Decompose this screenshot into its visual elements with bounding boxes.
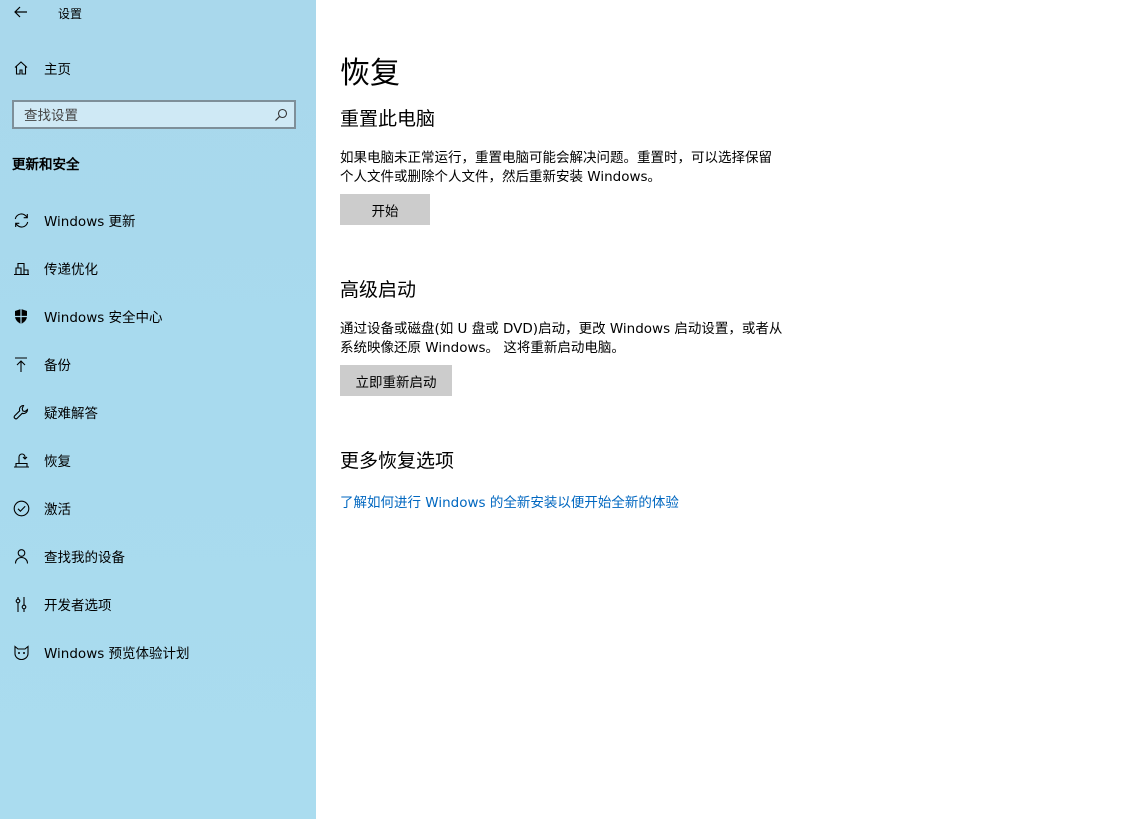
wrench-icon [11,402,31,422]
refresh-icon [11,210,31,230]
advanced-startup-heading: 高级启动 [340,279,417,301]
sidebar-item-windows-insider[interactable]: Windows 预览体验计划 [0,632,316,672]
shield-icon [11,306,31,326]
sidebar-item-label: Windows 更新 [44,214,136,230]
sidebar-item-home[interactable]: 主页 [0,48,316,88]
get-started-button[interactable]: 开始 [340,194,430,225]
search-input[interactable] [14,102,276,129]
check-circle-icon [11,498,31,518]
sidebar-item-label: 备份 [44,358,71,374]
sidebar-item-backup[interactable]: 备份 [0,344,316,384]
reset-description-line: 如果电脑未正常运行，重置电脑可能会解决问题。重置时，可以选择保留 [340,150,772,166]
sidebar-item-label: Windows 安全中心 [44,310,163,326]
title-bar: 设置 [0,0,316,26]
reset-description-line: 个人文件或删除个人文件，然后重新安装 Windows。 [340,169,662,185]
person-pin-icon [11,546,31,566]
home-icon [11,58,31,78]
sidebar-item-windows-update[interactable]: Windows 更新 [0,200,316,240]
recovery-icon [11,450,31,470]
page-title: 恢复 [340,56,400,91]
sidebar-item-label: 查找我的设备 [44,550,125,566]
back-arrow-icon [14,6,27,18]
sidebar-item-label: 主页 [44,62,71,78]
sidebar-item-label: 疑难解答 [44,406,98,422]
sidebar-item-troubleshoot[interactable]: 疑难解答 [0,392,316,432]
more-recovery-options-heading: 更多恢复选项 [340,450,455,472]
sidebar: 设置 主页 更新和安全 Windows 更新 传递优化 Windows 安全中心 [0,0,316,819]
fresh-install-link[interactable]: 了解如何进行 Windows 的全新安装以便开始全新的体验 [340,491,679,511]
backup-arrow-icon [11,354,31,374]
restart-now-button[interactable]: 立即重新启动 [340,365,452,396]
search-icon[interactable] [274,108,288,122]
sidebar-item-label: 激活 [44,502,71,518]
reset-pc-description: 如果电脑未正常运行，重置电脑可能会解决问题。重置时，可以选择保留 个人文件或删除… [340,149,800,187]
sidebar-item-recovery[interactable]: 恢复 [0,440,316,480]
main-content: 恢复 重置此电脑 如果电脑未正常运行，重置电脑可能会解决问题。重置时，可以选择保… [316,0,1126,819]
advanced-description-line: 通过设备或磁盘(如 U 盘或 DVD)启动，更改 Windows 启动设置，或者… [340,321,783,337]
sidebar-item-label: 恢复 [44,454,71,470]
reset-pc-heading: 重置此电脑 [340,108,436,130]
insider-cat-icon [11,642,31,662]
developer-sliders-icon [11,594,31,614]
section-header: 更新和安全 [12,157,80,173]
sidebar-item-developer-options[interactable]: 开发者选项 [0,584,316,624]
app-title: 设置 [58,7,83,21]
delivery-icon [11,258,31,278]
sidebar-item-label: 传递优化 [44,262,98,278]
search-box[interactable] [12,100,296,129]
sidebar-item-activation[interactable]: 激活 [0,488,316,528]
advanced-description-line: 系统映像还原 Windows。 这将重新启动电脑。 [340,340,625,356]
advanced-startup-description: 通过设备或磁盘(如 U 盘或 DVD)启动，更改 Windows 启动设置，或者… [340,320,800,358]
sidebar-item-delivery-optimization[interactable]: 传递优化 [0,248,316,288]
sidebar-item-find-my-device[interactable]: 查找我的设备 [0,536,316,576]
back-button[interactable] [10,3,32,21]
sidebar-item-label: Windows 预览体验计划 [44,646,190,662]
sidebar-item-windows-security[interactable]: Windows 安全中心 [0,296,316,336]
sidebar-item-label: 开发者选项 [44,598,112,614]
